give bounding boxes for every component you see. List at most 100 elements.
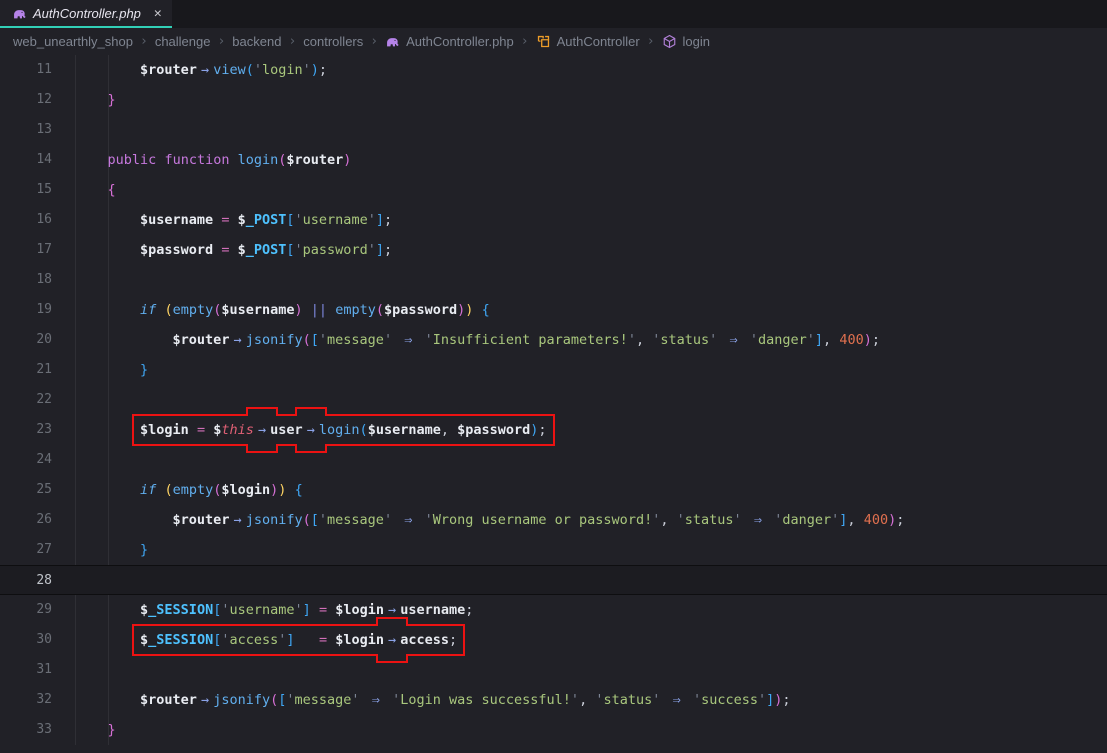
- code-token: [392, 332, 400, 348]
- code-token: ': [295, 212, 303, 228]
- code-token: [668, 512, 676, 528]
- line-number[interactable]: 33: [0, 715, 75, 745]
- code-line-27[interactable]: 27 }: [0, 535, 1107, 565]
- code-line-32[interactable]: 32 $router→jsonify(['message' ⇒ 'Login w…: [0, 685, 1107, 715]
- line-number[interactable]: 19: [0, 295, 75, 325]
- code-line-content: $router→jsonify(['message' ⇒ 'Wrong user…: [75, 505, 904, 535]
- line-number[interactable]: 15: [0, 175, 75, 205]
- code-token: login: [319, 422, 360, 438]
- code-token: jsonify: [246, 332, 303, 348]
- line-number[interactable]: 31: [0, 655, 75, 685]
- tab-title: AuthController.php: [33, 6, 141, 21]
- code-line-14[interactable]: 14 public function login($router): [0, 145, 1107, 175]
- breadcrumb-item-login[interactable]: login: [662, 34, 710, 49]
- code-token: (: [270, 692, 278, 708]
- code-token: [229, 242, 237, 258]
- line-number[interactable]: 16: [0, 205, 75, 235]
- code-token: ⇒: [368, 685, 384, 715]
- code-line-25[interactable]: 25 if (empty($login)) {: [0, 475, 1107, 505]
- code-token: username: [303, 212, 368, 228]
- breadcrumb-item-backend[interactable]: backend: [232, 34, 281, 49]
- code-line-17[interactable]: 17 $password = $_POST['password'];: [0, 235, 1107, 265]
- code-line-19[interactable]: 19 if (empty($username) || empty($passwo…: [0, 295, 1107, 325]
- code-token: ': [758, 692, 766, 708]
- code-token: ⇒: [725, 325, 741, 355]
- code-line-33[interactable]: 33 }: [0, 715, 1107, 745]
- code-line-28[interactable]: 28: [0, 565, 1107, 595]
- line-number[interactable]: 18: [0, 265, 75, 295]
- line-number[interactable]: 24: [0, 445, 75, 475]
- line-number[interactable]: 28: [0, 566, 75, 594]
- code-token: ': [628, 332, 636, 348]
- code-line-26[interactable]: 26 $router→jsonify(['message' ⇒ 'Wrong u…: [0, 505, 1107, 535]
- code-line-content: $router→jsonify(['message' ⇒ 'Login was …: [75, 685, 791, 715]
- line-number[interactable]: 20: [0, 325, 75, 355]
- code-token: Login was successful!: [400, 692, 571, 708]
- line-number[interactable]: 21: [0, 355, 75, 385]
- code-token: ': [425, 332, 433, 348]
- code-token: ;: [896, 512, 904, 528]
- code-line-22[interactable]: 22: [0, 385, 1107, 415]
- breadcrumb-item-controllers[interactable]: controllers: [303, 34, 363, 49]
- chevron-right-icon: ›: [288, 34, 296, 49]
- line-number[interactable]: 32: [0, 685, 75, 715]
- breadcrumb-item-challenge[interactable]: challenge: [155, 34, 211, 49]
- code-line-13[interactable]: 13: [0, 115, 1107, 145]
- line-number[interactable]: 17: [0, 235, 75, 265]
- code-token: ]: [376, 242, 384, 258]
- line-number[interactable]: 30: [0, 625, 75, 655]
- code-editor[interactable]: 11 $router→view('login');12 }1314 public…: [0, 55, 1107, 745]
- close-icon[interactable]: ✕: [154, 7, 162, 20]
- code-token: ;: [449, 632, 457, 648]
- code-token: [392, 512, 400, 528]
- line-number[interactable]: 26: [0, 505, 75, 535]
- code-token: $router: [140, 62, 197, 78]
- code-line-content: }: [75, 535, 148, 565]
- line-number[interactable]: 27: [0, 535, 75, 565]
- code-token: [75, 332, 173, 348]
- code-line-16[interactable]: 16 $username = $_POST['username'];: [0, 205, 1107, 235]
- code-token: =: [319, 602, 327, 618]
- code-line-29[interactable]: 29 $_SESSION['username'] = $login→userna…: [0, 595, 1107, 625]
- breadcrumb-item-authcontroller-php[interactable]: AuthController.php: [385, 34, 514, 49]
- code-token: ||: [311, 302, 327, 318]
- code-token: (: [303, 512, 311, 528]
- code-line-11[interactable]: 11 $router→view('login');: [0, 55, 1107, 85]
- code-token: ;: [872, 332, 880, 348]
- line-number[interactable]: 14: [0, 145, 75, 175]
- code-token: $router: [173, 332, 230, 348]
- line-number[interactable]: 12: [0, 85, 75, 115]
- code-token: _SESSION: [148, 602, 213, 618]
- code-token: [311, 602, 319, 618]
- breadcrumb-item-authcontroller[interactable]: AuthController: [536, 34, 640, 49]
- line-number[interactable]: 29: [0, 595, 75, 625]
- line-number[interactable]: 13: [0, 115, 75, 145]
- code-token: ,: [441, 422, 449, 438]
- line-number[interactable]: 23: [0, 415, 75, 445]
- code-token: access: [229, 632, 278, 648]
- code-token: →: [197, 685, 213, 715]
- code-line-31[interactable]: 31: [0, 655, 1107, 685]
- code-token: [75, 422, 140, 438]
- code-line-12[interactable]: 12 }: [0, 85, 1107, 115]
- code-line-18[interactable]: 18: [0, 265, 1107, 295]
- breadcrumb-item-web-unearthly-shop[interactable]: web_unearthly_shop: [13, 34, 133, 49]
- line-number[interactable]: 25: [0, 475, 75, 505]
- code-token: ;: [465, 602, 473, 618]
- tab-authcontroller[interactable]: AuthController.php ✕: [0, 0, 172, 28]
- code-token: ): [864, 332, 872, 348]
- code-line-content: $login = $this→user→login($username, $pa…: [75, 415, 547, 445]
- code-token: [766, 512, 774, 528]
- code-line-15[interactable]: 15 {: [0, 175, 1107, 205]
- code-line-21[interactable]: 21 }: [0, 355, 1107, 385]
- code-token: [75, 362, 140, 378]
- code-line-23[interactable]: 23 $login = $this→user→login($username, …: [0, 415, 1107, 445]
- code-line-30[interactable]: 30 $_SESSION['access'] = $login→access;: [0, 625, 1107, 655]
- code-token: ]: [286, 632, 294, 648]
- code-line-20[interactable]: 20 $router→jsonify(['message' ⇒ 'Insuffi…: [0, 325, 1107, 355]
- code-line-24[interactable]: 24: [0, 445, 1107, 475]
- line-number[interactable]: 11: [0, 55, 75, 85]
- code-token: login: [238, 152, 279, 168]
- code-token: =: [319, 632, 327, 648]
- line-number[interactable]: 22: [0, 385, 75, 415]
